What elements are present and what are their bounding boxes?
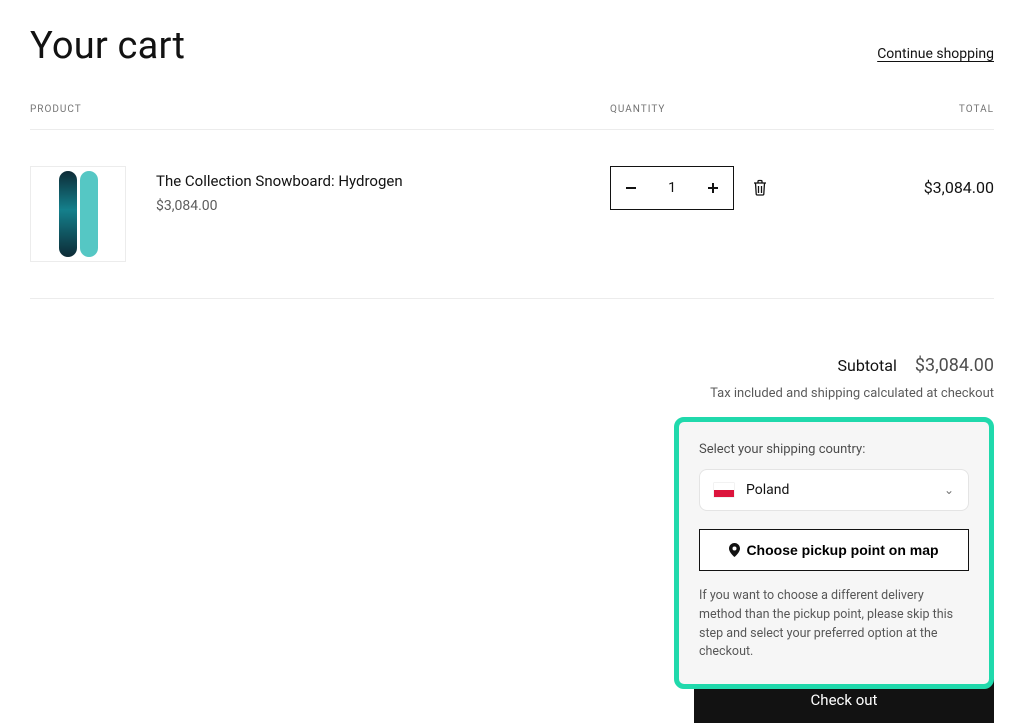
flag-poland-icon	[714, 483, 734, 497]
quantity-increase-button[interactable]	[693, 167, 733, 209]
chevron-down-icon: ⌄	[944, 483, 954, 497]
snowboard-graphic	[80, 171, 98, 257]
quantity-decrease-button[interactable]	[611, 167, 651, 209]
shipping-country-widget: Select your shipping country: Poland ⌄ C…	[674, 417, 994, 689]
cart-item-row: The Collection Snowboard: Hydrogen $3,08…	[30, 130, 994, 299]
cart-table-header: PRODUCT QUANTITY TOTAL	[30, 104, 994, 130]
remove-item-button[interactable]	[752, 179, 768, 197]
pickup-button-label: Choose pickup point on map	[746, 542, 938, 558]
continue-shopping-link[interactable]: Continue shopping	[877, 46, 994, 62]
column-quantity: QUANTITY	[610, 104, 810, 115]
shipping-country-value: Poland	[746, 482, 932, 498]
choose-pickup-point-button[interactable]: Choose pickup point on map	[699, 529, 969, 571]
plus-icon	[708, 183, 718, 193]
trash-icon	[752, 179, 768, 197]
tax-shipping-note: Tax included and shipping calculated at …	[30, 386, 994, 401]
snowboard-graphic	[59, 171, 77, 257]
subtotal-value: $3,084.00	[915, 355, 994, 376]
quantity-stepper: 1	[610, 166, 734, 210]
shipping-method-note: If you want to choose a different delive…	[699, 587, 969, 662]
map-pin-icon	[729, 543, 740, 557]
column-product: PRODUCT	[30, 104, 610, 115]
quantity-value: 1	[651, 180, 693, 196]
product-image	[30, 166, 126, 262]
page-title: Your cart	[30, 24, 185, 68]
shipping-country-select[interactable]: Poland ⌄	[699, 469, 969, 511]
line-item-total: $3,084.00	[810, 166, 994, 197]
product-title: The Collection Snowboard: Hydrogen	[156, 172, 403, 190]
column-total: TOTAL	[810, 104, 994, 115]
minus-icon	[626, 187, 636, 189]
product-unit-price: $3,084.00	[156, 198, 403, 214]
shipping-country-label: Select your shipping country:	[699, 442, 969, 457]
subtotal-label: Subtotal	[838, 356, 897, 375]
